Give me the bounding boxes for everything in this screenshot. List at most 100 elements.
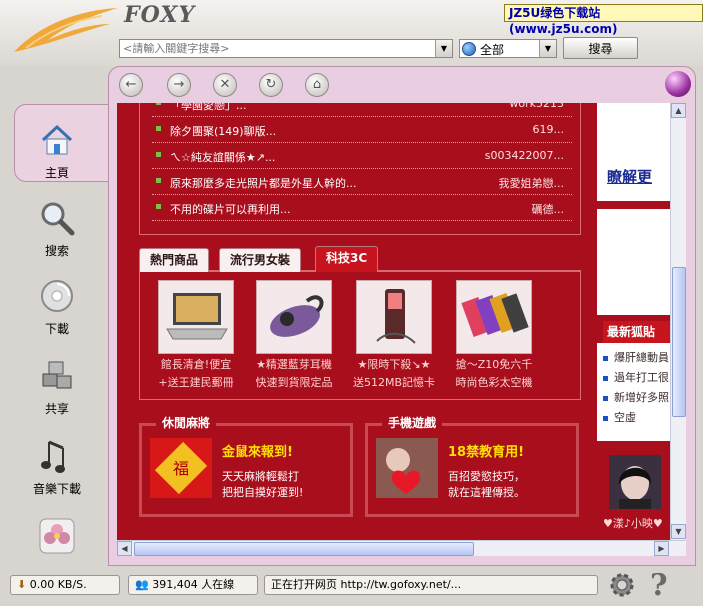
avatar-caption[interactable]: ♥漾♪小映♥	[603, 515, 663, 531]
bullet-icon	[603, 395, 608, 401]
forum-row[interactable]: 原來那麼多走光照片都是外星人幹的... 我愛姐弟戀...	[152, 169, 572, 195]
product-caption-line2: +送王建民郵冊	[158, 376, 234, 389]
sidebar-item-download[interactable]: 下載	[12, 270, 102, 342]
scroll-down-icon[interactable]: ▼	[671, 524, 686, 539]
status-bar: ⬇ 0.00 KB/S. 👥 391,404 人在線 正在打开网页 http:/…	[0, 568, 703, 606]
list-item-text[interactable]: 爆肝總動員	[614, 351, 669, 364]
colorful-phones-image[interactable]	[456, 280, 532, 354]
sidebar-item-label: 共享	[44, 402, 69, 416]
sidebar-item-search[interactable]: 搜索	[12, 192, 102, 264]
product-item[interactable]: ★限時下殺↘★ 送512MB記憶卡	[346, 280, 442, 390]
globe-icon	[462, 42, 476, 56]
product-item[interactable]: 館長清倉!便宜 +送王建民郵冊	[148, 280, 244, 390]
avatar[interactable]	[609, 455, 661, 509]
casual-mahjong-header: 休閒麻將	[156, 414, 217, 431]
bluetooth-headset-image[interactable]	[256, 280, 332, 354]
list-item[interactable]: 新增好多照	[603, 389, 669, 405]
forum-user: 我愛姐弟戀...	[498, 177, 565, 190]
list-item[interactable]: 爆肝總動員	[603, 349, 669, 365]
tab-tech-3c[interactable]: 科技3C	[315, 246, 379, 272]
bullet-icon	[603, 415, 608, 421]
casual-mahjong-line2: 把把自摸好運到!	[222, 486, 304, 499]
magnifier-icon	[37, 198, 77, 238]
casual-mahjong-box[interactable]: 休閒麻將 福 金鼠來報到! 天天麻將輕鬆打 把把自摸好運到!	[139, 414, 353, 517]
sidebar-item-home[interactable]: 主頁	[12, 114, 102, 186]
vertical-scroll-thumb[interactable]	[672, 267, 686, 417]
main-column: 「學園愛戀」... work5213 除夕團聚(149)聊版... 619...…	[117, 103, 597, 540]
learn-more-link[interactable]: 瞭解更	[607, 166, 652, 187]
search-scope-value: 全部	[480, 43, 505, 57]
forum-row[interactable]: 不用的碟片可以再利用... 礪德...	[152, 195, 572, 221]
stop-icon[interactable]: ✕	[213, 73, 237, 97]
product-item[interactable]: 搶～Z10免六千 時尚色彩太空機	[446, 280, 542, 390]
scroll-right-icon[interactable]: ▶	[654, 541, 669, 556]
back-arrow-icon[interactable]: ←	[119, 73, 143, 97]
page-content: 「學園愛戀」... work5213 除夕團聚(149)聊版... 619...…	[117, 103, 686, 540]
bullet-icon	[603, 355, 608, 361]
search-button[interactable]: 搜尋	[563, 37, 638, 59]
product-caption-line1: 館長清倉!便宜	[160, 358, 232, 371]
forum-user: s003422007...	[484, 149, 564, 162]
mahjong-image[interactable]: 福	[150, 438, 212, 498]
home-nav-icon[interactable]: ⌂	[305, 73, 329, 97]
down-arrow-icon: ⬇	[17, 578, 27, 591]
page-status-text: 正在打开网页 http://tw.gofoxy.net/...	[271, 578, 462, 591]
horizontal-scroll-thumb[interactable]	[134, 542, 474, 556]
mobile-game-box[interactable]: 手機遊戲 18禁教育用! 百招愛慾技巧， 就在這裡傳授。	[365, 414, 579, 517]
tab-fashion[interactable]: 流行男女裝	[219, 248, 302, 272]
search-scope-select[interactable]: 全部 ▼	[459, 39, 557, 58]
scroll-left-icon[interactable]: ◀	[117, 541, 132, 556]
forum-list: 「學園愛戀」... work5213 除夕團聚(149)聊版... 619...…	[139, 103, 581, 235]
mobile-game-image[interactable]	[376, 438, 438, 498]
forum-row[interactable]: 除夕團聚(149)聊版... 619...	[152, 117, 572, 143]
forum-title[interactable]: ㄟ☆純友誼關係★↗...	[170, 149, 275, 165]
tab-hot-products[interactable]: 熱門商品	[139, 248, 210, 272]
product-grid: 館長清倉!便宜 +送王建民郵冊 ★精選藍芽耳機 快速到貨限定品 ★限時下殺↘★ …	[139, 272, 581, 400]
product-caption-line1: ★限時下殺↘★	[357, 358, 431, 371]
mobile-game-title[interactable]: 18禁教育用!	[448, 441, 524, 460]
list-item-text[interactable]: 新增好多照	[614, 391, 669, 404]
svg-text:福: 福	[173, 459, 189, 478]
forum-row[interactable]: 「學園愛戀」... work5213	[152, 103, 572, 117]
orb-icon[interactable]	[665, 71, 691, 97]
search-input[interactable]	[120, 40, 432, 57]
laptop-image[interactable]	[158, 280, 234, 354]
forum-row[interactable]: ㄟ☆純友誼關係★↗... s003422007...	[152, 143, 572, 169]
vertical-scrollbar[interactable]: ▲ ▼	[670, 103, 686, 540]
scroll-up-icon[interactable]: ▲	[671, 103, 686, 118]
download-speed-value: 0.00 KB/S.	[29, 578, 87, 591]
list-item-text[interactable]: 過年打工很	[614, 371, 669, 384]
list-item[interactable]: 空虛	[603, 409, 636, 425]
sidebar-item-share[interactable]: 共享	[12, 350, 102, 422]
chevron-down-icon[interactable]: ▼	[435, 40, 452, 57]
watermark-badge: JZ5U绿色下载站 (www.jz5u.com)	[504, 4, 703, 36]
users-icon: 👥	[135, 578, 149, 591]
horizontal-scrollbar[interactable]: ◀ ▶	[117, 540, 686, 556]
help-icon[interactable]: ?	[650, 568, 668, 603]
sidebar-item-music-download[interactable]: 音樂下載	[12, 430, 102, 502]
chevron-down-icon[interactable]: ▼	[539, 40, 556, 57]
home-icon	[37, 120, 77, 160]
online-count-value: 391,404 人在線	[152, 578, 235, 591]
page-status: 正在打开网页 http://tw.gofoxy.net/...	[264, 575, 598, 595]
search-field[interactable]: ▼	[119, 39, 453, 58]
mobile-phone-image[interactable]	[356, 280, 432, 354]
web-viewport: 「學園愛戀」... work5213 除夕團聚(149)聊版... 619...…	[117, 103, 686, 556]
gear-icon[interactable]	[608, 571, 636, 599]
mobile-game-line2: 就在這裡傳授。	[448, 486, 525, 499]
product-item[interactable]: ★精選藍芽耳機 快速到貨限定品	[246, 280, 342, 390]
forward-arrow-icon[interactable]: →	[167, 73, 191, 97]
casual-mahjong-title[interactable]: 金鼠來報到!	[222, 441, 293, 460]
sidebar-item-label: 音樂下載	[32, 482, 81, 496]
fox-logo-icon	[14, 8, 118, 52]
list-item-text[interactable]: 空虛	[614, 411, 636, 424]
forum-title[interactable]: 原來那麼多走光照片都是外星人幹的...	[170, 175, 357, 191]
forum-title[interactable]: 「學園愛戀」...	[170, 103, 247, 113]
product-caption-line1: 搶～Z10免六千	[455, 358, 533, 371]
refresh-icon[interactable]: ↻	[259, 73, 283, 97]
product-caption-line2: 送512MB記憶卡	[352, 376, 436, 389]
bullet-icon	[603, 375, 608, 381]
forum-title[interactable]: 不用的碟片可以再利用...	[170, 201, 291, 217]
forum-title[interactable]: 除夕團聚(149)聊版...	[170, 123, 276, 139]
list-item[interactable]: 過年打工很	[603, 369, 669, 385]
